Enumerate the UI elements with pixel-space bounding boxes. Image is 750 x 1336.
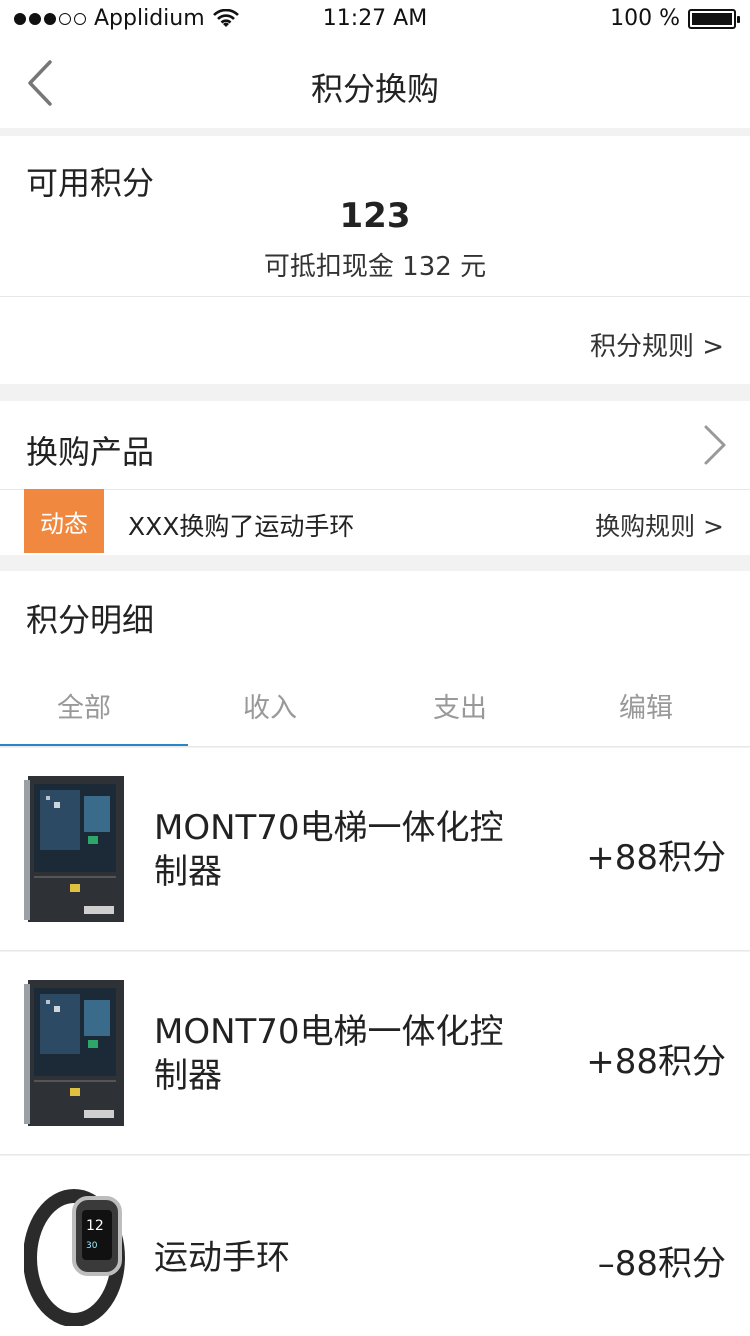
status-bar: Applidium 11:27 AM 100 % (0, 0, 750, 38)
exchange-rule-link[interactable]: 换购规则 > (595, 507, 724, 543)
details-header: 积分明细 (0, 571, 750, 658)
battery-icon (688, 8, 740, 29)
svg-text:30: 30 (86, 1241, 98, 1251)
item-name: MONT70电梯一体化控制器 (154, 808, 504, 892)
details-tabs: 全部 收入 支出 编辑 (0, 658, 750, 747)
item-points: –88积分 (597, 1244, 726, 1284)
exchange-card: 换购产品 动态 XXX换购了运动手环 换购规则 > (0, 401, 750, 555)
points-card: 可用积分 123 可抵扣现金 132 元 积分规则 > (0, 136, 750, 384)
points-divider (0, 296, 750, 297)
item-name: 运动手环 (154, 1238, 290, 1278)
list-item[interactable]: MONT70电梯一体化控制器 +88积分 (0, 748, 750, 950)
list-item[interactable]: 12 30 运动手环 –88积分 (0, 1156, 750, 1336)
points-cash-text: 可抵扣现金 132 元 (263, 252, 487, 282)
controller-image-icon (24, 980, 124, 1126)
tab-expense[interactable]: 支出 (366, 686, 554, 725)
details-title: 积分明细 (26, 601, 155, 639)
nav-bar: 积分换购 (0, 38, 750, 128)
battery-area: 100 % (610, 6, 740, 31)
tab-all[interactable]: 全部 (0, 686, 178, 725)
list-item[interactable]: MONT70电梯一体化控制器 +88积分 (0, 952, 750, 1154)
battery-percent: 100 % (610, 6, 680, 31)
tab-income[interactable]: 收入 (176, 686, 364, 725)
chevron-right-icon[interactable] (702, 423, 728, 467)
activity-feed-text: XXX换购了运动手环 (128, 512, 355, 541)
points-rule-link[interactable]: 积分规则 > (590, 326, 724, 363)
activity-badge: 动态 (24, 489, 104, 553)
tab-edit[interactable]: 编辑 (552, 686, 740, 725)
page-title: 积分换购 (310, 70, 439, 108)
item-points: +88积分 (586, 1042, 726, 1082)
tabs-divider (0, 746, 750, 747)
item-name: MONT70电梯一体化控制器 (154, 1012, 504, 1096)
svg-text:12: 12 (86, 1218, 104, 1234)
item-divider (0, 950, 750, 951)
exchange-title[interactable]: 换购产品 (26, 427, 154, 473)
exchange-divider (0, 489, 750, 490)
controller-image-icon (24, 776, 124, 922)
points-value: 123 (339, 196, 411, 236)
item-points: +88积分 (586, 838, 726, 878)
fitness-band-image-icon: 12 30 (24, 1189, 125, 1326)
item-divider (0, 1154, 750, 1155)
